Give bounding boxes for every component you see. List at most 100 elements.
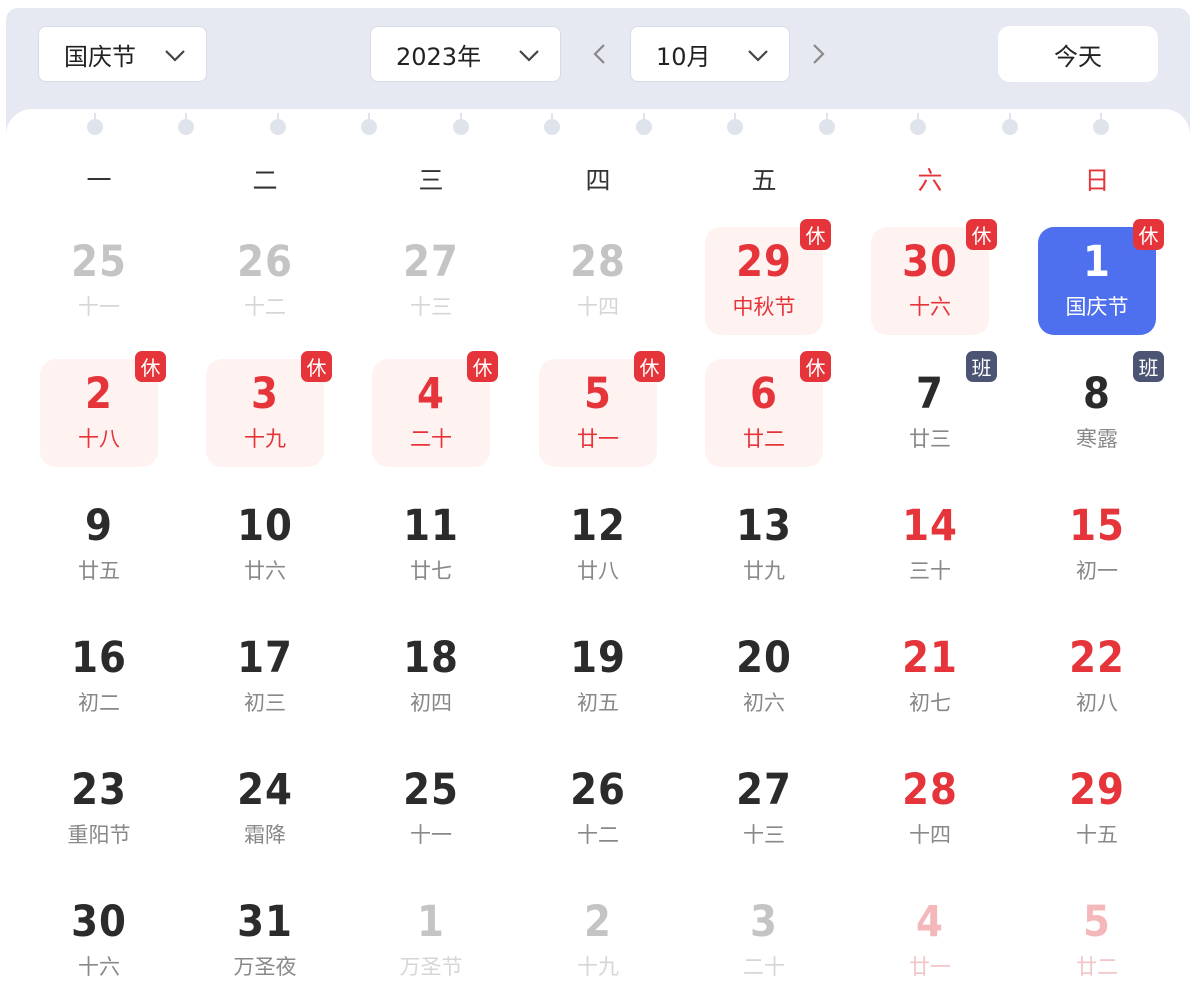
calendar-card: 一二三四五六日 25 十一 26 十二 27 十三 28 十四 29 中秋节休 30 十六休 1 国庆节休… xyxy=(6,109,1190,1004)
lunar-date: 三十 xyxy=(909,559,951,583)
calendar-day-cell[interactable]: 5 廿二 xyxy=(1038,887,1156,995)
calendar-day-cell[interactable]: 25 十一 xyxy=(40,227,158,335)
day-number: 27 xyxy=(403,237,459,287)
weekday-label: 四 xyxy=(585,166,611,195)
lunar-date: 十六 xyxy=(78,955,120,979)
binder-ring xyxy=(87,113,103,135)
calendar-day-cell[interactable]: 10 廿六 xyxy=(206,491,324,599)
day-number: 17 xyxy=(237,633,293,683)
lunar-date: 万圣节 xyxy=(399,955,463,979)
lunar-date: 初五 xyxy=(577,691,619,715)
calendar-day-cell[interactable]: 30 十六 xyxy=(40,887,158,995)
month-select[interactable]: 10月 xyxy=(630,26,790,82)
day-number: 2 xyxy=(584,897,612,947)
calendar-day-cell[interactable]: 8 寒露班 xyxy=(1038,351,1164,467)
lunar-date: 十九 xyxy=(244,427,286,451)
lunar-date: 廿二 xyxy=(743,427,785,451)
day-number: 27 xyxy=(736,765,792,815)
day-number: 29 xyxy=(1069,765,1125,815)
day-number: 4 xyxy=(916,897,944,947)
calendar-day-cell[interactable]: 18 初四 xyxy=(372,623,490,731)
calendar-day-cell[interactable]: 19 初五 xyxy=(539,623,657,731)
month-select-value: 10月 xyxy=(656,42,711,71)
calendar-day-cell[interactable]: 9 廿五 xyxy=(40,491,158,599)
calendar-day-cell[interactable]: 22 初八 xyxy=(1038,623,1156,731)
binder-ring xyxy=(636,113,652,135)
day-number: 30 xyxy=(71,897,127,947)
lunar-date: 十一 xyxy=(78,295,120,319)
lunar-date: 十三 xyxy=(410,295,452,319)
calendar-day-cell[interactable]: 28 十四 xyxy=(539,227,657,335)
calendar-day-cell[interactable]: 27 十三 xyxy=(705,755,823,863)
lunar-date: 寒露 xyxy=(1076,427,1118,451)
day-number: 24 xyxy=(237,765,293,815)
holiday-select[interactable]: 国庆节 xyxy=(38,26,207,82)
year-select[interactable]: 2023年 xyxy=(370,26,561,82)
lunar-date: 十九 xyxy=(577,955,619,979)
day-number: 10 xyxy=(237,501,293,551)
day-number: 9 xyxy=(85,501,113,551)
calendar-day-cell[interactable]: 4 二十休 xyxy=(372,351,498,467)
calendar-day-cell[interactable]: 27 十三 xyxy=(372,227,490,335)
calendar-day-cell[interactable]: 6 廿二休 xyxy=(705,351,831,467)
lunar-date: 十四 xyxy=(909,823,951,847)
calendar-day-cell[interactable]: 2 十八休 xyxy=(40,351,166,467)
chevron-down-icon xyxy=(165,50,185,62)
lunar-date: 万圣夜 xyxy=(233,955,297,979)
calendar-day-cell[interactable]: 12 廿八 xyxy=(539,491,657,599)
day-number: 5 xyxy=(1083,897,1111,947)
calendar-day-cell[interactable]: 20 初六 xyxy=(705,623,823,731)
day-number: 1 xyxy=(417,897,445,947)
lunar-date: 十八 xyxy=(78,427,120,451)
calendar-day-cell[interactable]: 26 十二 xyxy=(539,755,657,863)
calendar-day-cell[interactable]: 16 初二 xyxy=(40,623,158,731)
lunar-date: 二十 xyxy=(743,955,785,979)
prev-month-chevron-icon[interactable] xyxy=(585,38,615,70)
weekday-label: 一 xyxy=(86,166,112,195)
calendar-day-cell[interactable]: 7 廿三班 xyxy=(871,351,997,467)
calendar-day-cell[interactable]: 24 霜降 xyxy=(206,755,324,863)
lunar-date: 初七 xyxy=(909,691,951,715)
calendar-widget: 国庆节 2023年 10月 今天 一二三四五六日 25 十一 26 十二 27 十三 28 十… xyxy=(6,8,1190,1004)
lunar-date: 廿三 xyxy=(909,427,951,451)
calendar-day-cell[interactable]: 31 万圣夜 xyxy=(206,887,324,995)
day-number: 3 xyxy=(750,897,778,947)
calendar-day-cell[interactable]: 4 廿一 xyxy=(871,887,989,995)
calendar-day-cell[interactable]: 29 中秋节休 xyxy=(705,219,831,335)
day-number: 26 xyxy=(570,765,626,815)
day-number: 26 xyxy=(237,237,293,287)
binder-ring xyxy=(910,113,926,135)
rest-day-badge: 休 xyxy=(467,351,498,382)
binder-ring xyxy=(544,113,560,135)
calendar-day-cell[interactable]: 17 初三 xyxy=(206,623,324,731)
calendar-day-cell[interactable]: 25 十一 xyxy=(372,755,490,863)
calendar-day-cell[interactable]: 26 十二 xyxy=(206,227,324,335)
calendar-day-cell[interactable]: 3 二十 xyxy=(705,887,823,995)
calendar-day-cell[interactable]: 23 重阳节 xyxy=(40,755,158,863)
calendar-day-cell[interactable]: 14 三十 xyxy=(871,491,989,599)
binder-ring xyxy=(819,113,835,135)
lunar-date: 十六 xyxy=(909,295,951,319)
calendar-day-cell[interactable]: 2 十九 xyxy=(539,887,657,995)
rest-day-badge: 休 xyxy=(800,351,831,382)
year-select-value: 2023年 xyxy=(396,42,482,71)
calendar-day-cell[interactable]: 13 廿九 xyxy=(705,491,823,599)
calendar-day-cell[interactable]: 11 廿七 xyxy=(372,491,490,599)
calendar-day-cell[interactable]: 21 初七 xyxy=(871,623,989,731)
lunar-date: 二十 xyxy=(410,427,452,451)
lunar-date: 初一 xyxy=(1076,559,1118,583)
calendar-day-cell[interactable]: 29 十五 xyxy=(1038,755,1156,863)
calendar-day-cell[interactable]: 3 十九休 xyxy=(206,351,332,467)
lunar-date: 初六 xyxy=(743,691,785,715)
calendar-day-cell[interactable]: 28 十四 xyxy=(871,755,989,863)
lunar-date: 初八 xyxy=(1076,691,1118,715)
rest-day-badge: 休 xyxy=(634,351,665,382)
calendar-day-cell[interactable]: 5 廿一休 xyxy=(539,351,665,467)
calendar-day-cell[interactable]: 1 万圣节 xyxy=(372,887,490,995)
calendar-day-cell[interactable]: 30 十六休 xyxy=(871,219,997,335)
calendar-day-cell[interactable]: 1 国庆节休 xyxy=(1038,219,1164,335)
next-month-chevron-icon[interactable] xyxy=(803,38,833,70)
lunar-date: 廿五 xyxy=(78,559,120,583)
calendar-day-cell[interactable]: 15 初一 xyxy=(1038,491,1156,599)
today-button[interactable]: 今天 xyxy=(998,26,1158,82)
